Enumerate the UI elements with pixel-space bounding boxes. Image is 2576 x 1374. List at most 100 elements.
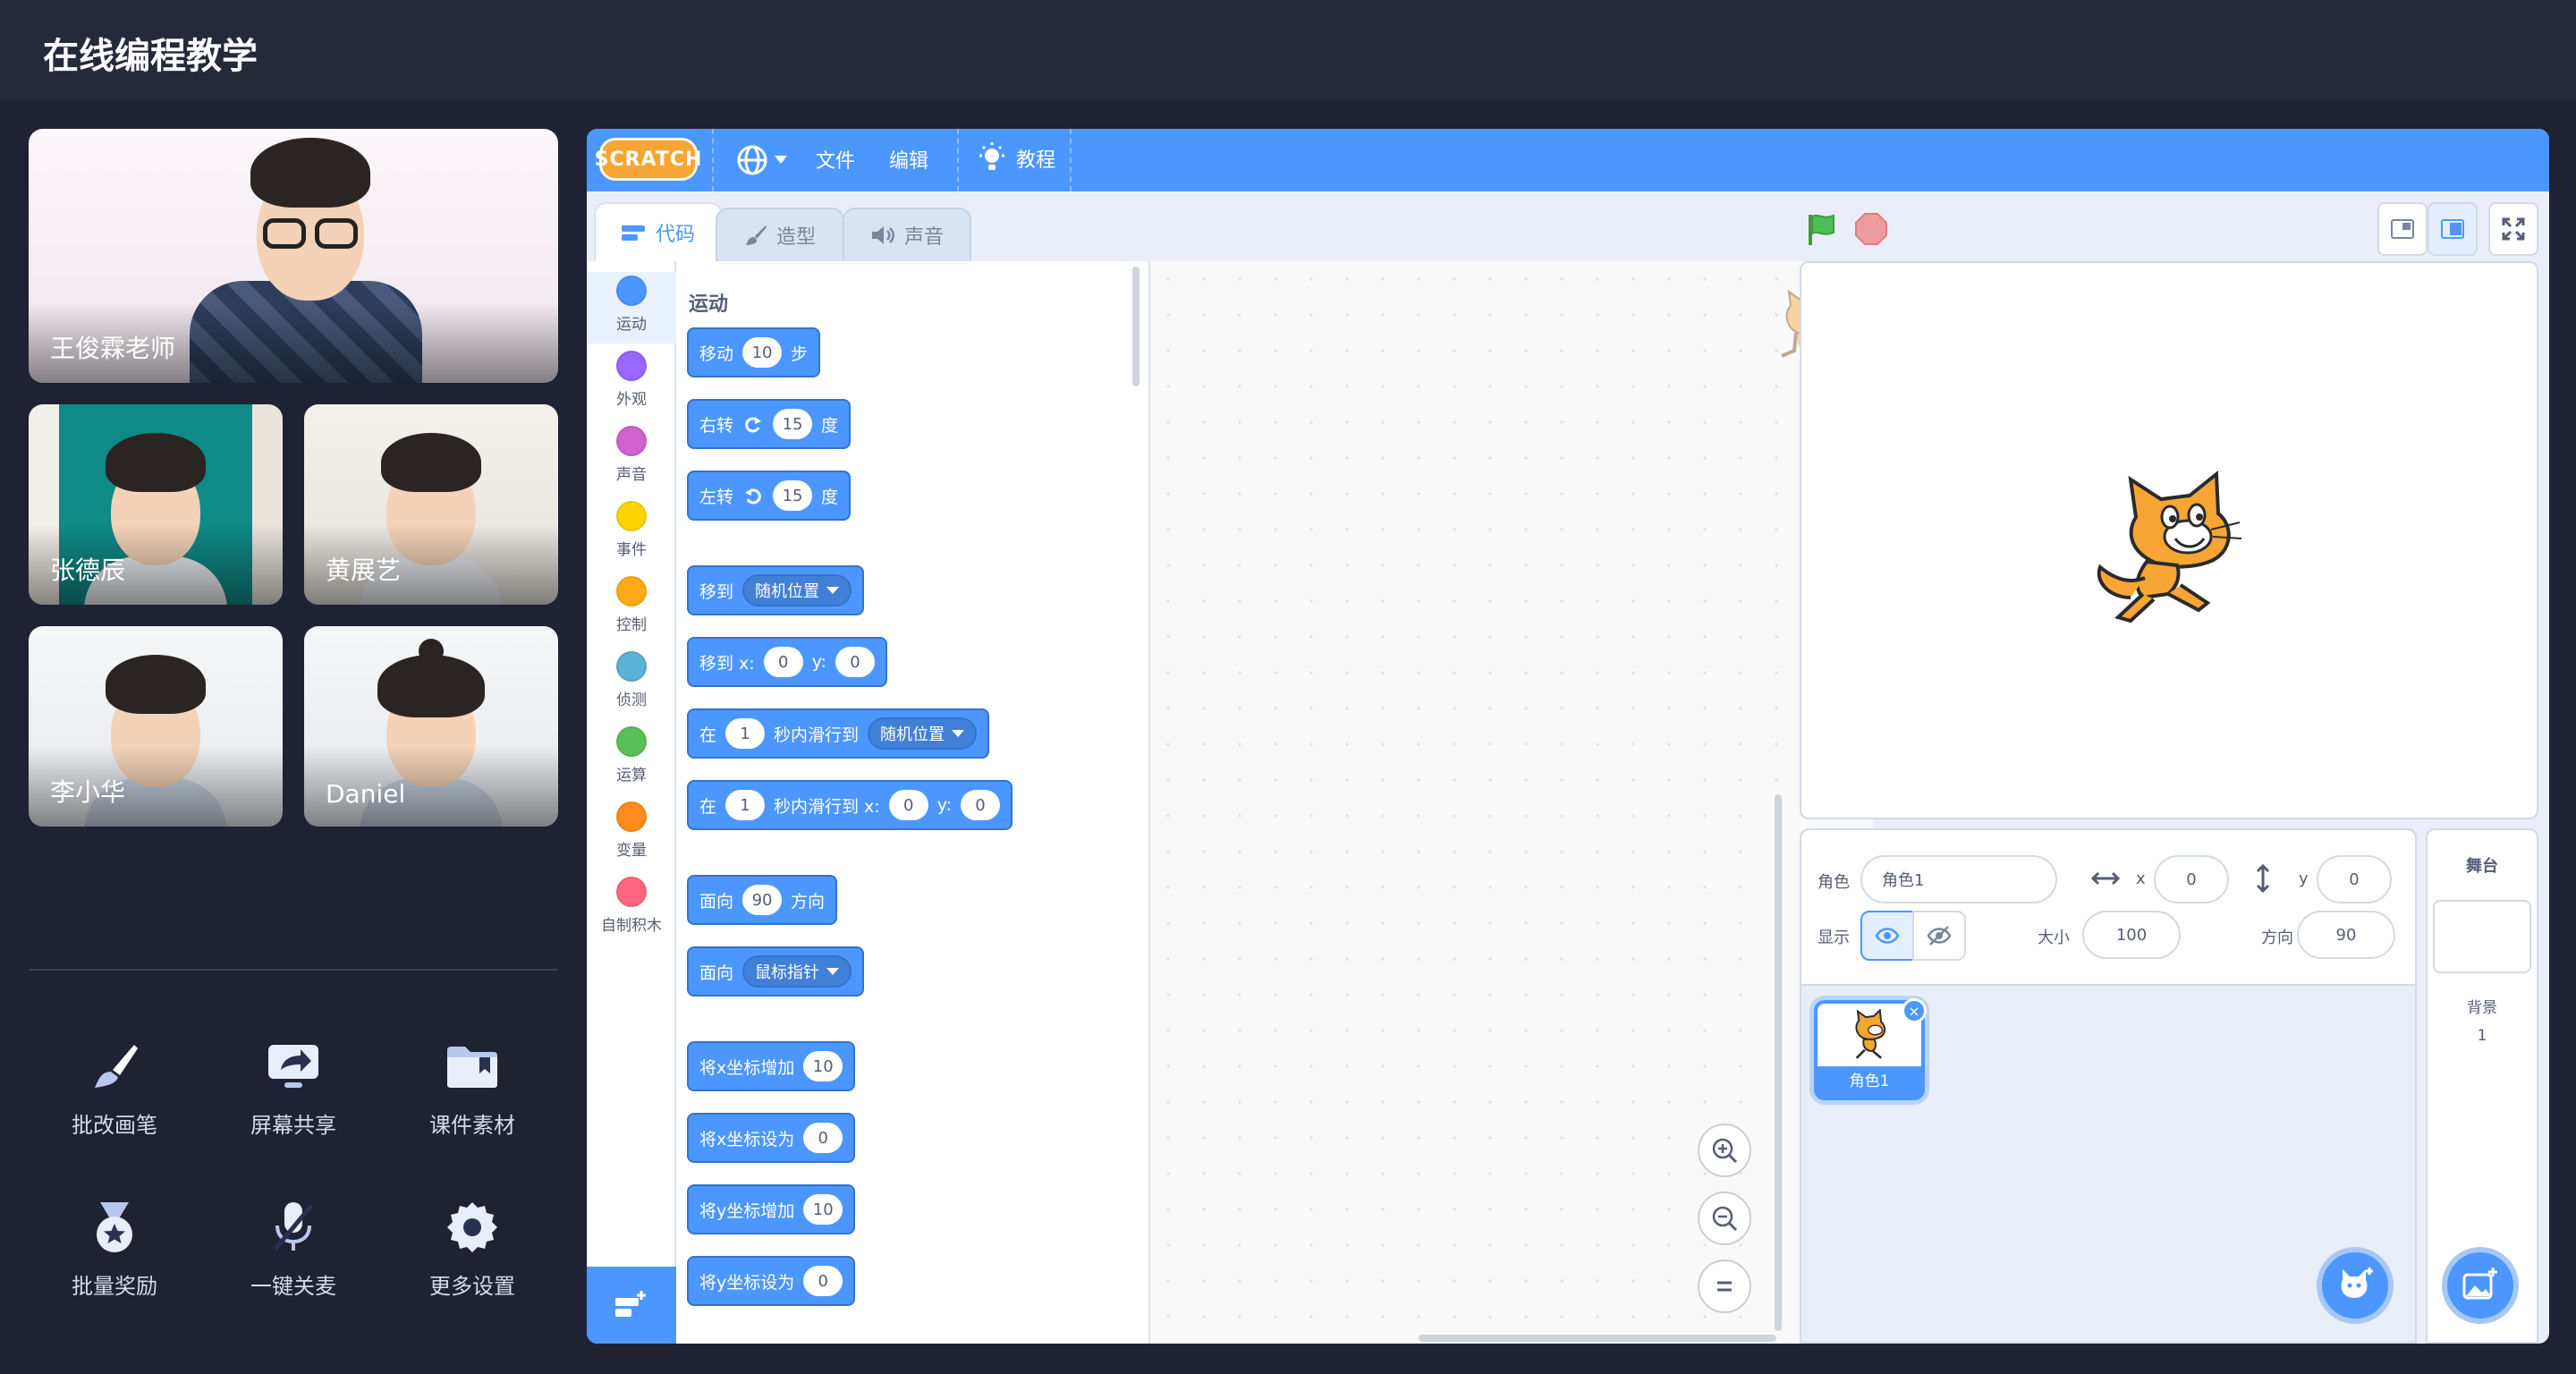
block-input[interactable]: 0 <box>763 647 803 677</box>
add-backdrop-button[interactable] <box>2442 1247 2519 1324</box>
category-dot <box>616 877 647 907</box>
block-set-y[interactable]: 将y坐标设为 0 <box>687 1256 856 1306</box>
block-change-y[interactable]: 将y坐标增加 10 <box>687 1184 856 1234</box>
block-input[interactable]: 0 <box>803 1123 843 1153</box>
teacher-video[interactable]: 王俊霖老师 <box>29 129 558 383</box>
block-input[interactable]: 0 <box>803 1266 843 1296</box>
normal-stage-button[interactable] <box>2428 202 2478 256</box>
menu-file[interactable]: 文件 <box>816 145 855 174</box>
globe-icon <box>737 145 767 175</box>
palette-scrollbar[interactable] <box>1132 267 1140 386</box>
tool-settings-button[interactable]: 更多设置 <box>383 1199 562 1300</box>
block-input[interactable]: 0 <box>960 790 1000 820</box>
block-text: 移动 <box>699 344 734 364</box>
zoom-in-button[interactable] <box>1698 1124 1751 1177</box>
block-input[interactable]: 0 <box>888 790 928 820</box>
tool-screen-share-button[interactable]: 屏幕共享 <box>204 1038 383 1139</box>
stage-thumbnail[interactable] <box>2433 900 2531 973</box>
block-input[interactable]: 10 <box>803 1194 843 1225</box>
sprite-thumbnail[interactable]: × 角色1 <box>1814 998 1927 1100</box>
block-dropdown[interactable]: 随机位置 <box>868 717 978 750</box>
small-stage-button[interactable] <box>2377 202 2428 256</box>
block-input[interactable]: 10 <box>803 1051 843 1081</box>
block-input[interactable]: 10 <box>742 337 783 368</box>
tool-reward-button[interactable]: 批量奖励 <box>25 1199 204 1300</box>
block-set-x[interactable]: 将x坐标设为 0 <box>687 1113 856 1163</box>
sprite-name-input[interactable]: 角色1 <box>1860 855 2057 903</box>
code-workspace[interactable] <box>1150 261 1873 1344</box>
tool-courseware-button[interactable]: 课件素材 <box>383 1038 562 1139</box>
category-events[interactable]: 事件 <box>587 501 676 559</box>
student-video[interactable]: 李小华 <box>29 626 283 827</box>
zoom-out-button[interactable] <box>1698 1192 1751 1245</box>
block-text: 面向 <box>699 963 734 983</box>
tab-costumes[interactable]: 造型 <box>716 208 844 261</box>
show-sprite-button[interactable] <box>1860 911 1914 961</box>
workspace-vertical-scrollbar[interactable] <box>1775 794 1782 1331</box>
stage-target-panel[interactable]: 舞台 背景 1 <box>2426 828 2538 1344</box>
block-turn-left[interactable]: 左转 15 度 <box>687 471 852 521</box>
block-turn-right[interactable]: 右转 15 度 <box>687 399 852 449</box>
block-input[interactable]: 90 <box>742 885 783 915</box>
sprite-size-input[interactable]: 100 <box>2082 911 2181 959</box>
workspace-horizontal-scrollbar[interactable] <box>1419 1335 1776 1342</box>
block-dropdown[interactable]: 随机位置 <box>742 574 852 606</box>
delete-sprite-button[interactable]: × <box>1902 998 1927 1023</box>
block-input[interactable]: 15 <box>773 409 813 439</box>
menu-tutorials[interactable]: 教程 <box>977 141 1055 175</box>
category-dot <box>616 802 647 832</box>
stop-button[interactable] <box>1853 211 1889 250</box>
category-sensing[interactable]: 侦测 <box>587 651 676 709</box>
block-goto-xy[interactable]: 移到 x: 0 y: 0 <box>687 637 887 687</box>
category-sound[interactable]: 声音 <box>587 426 676 484</box>
zoom-reset-button[interactable] <box>1698 1260 1751 1313</box>
hide-sprite-button[interactable] <box>1912 911 1966 961</box>
tab-costumes-label: 造型 <box>775 226 816 249</box>
rotate-left-icon <box>745 488 761 505</box>
fullscreen-button[interactable] <box>2488 202 2538 256</box>
student-video[interactable]: 张德辰 <box>29 404 283 605</box>
block-glide-xy[interactable]: 在 1 秒内滑行到 x: 0 y: 0 <box>687 780 1013 830</box>
block-input[interactable]: 1 <box>725 718 766 749</box>
add-extension-button[interactable] <box>587 1267 676 1344</box>
block-glide-to[interactable]: 在 1 秒内滑行到 随机位置 <box>687 708 990 759</box>
zoom-out-icon <box>1712 1206 1738 1232</box>
block-text: 度 <box>821 487 839 507</box>
scratch-menu-bar: SCRATCH 文件 编辑 教程 <box>587 129 2549 191</box>
block-goto[interactable]: 移到 随机位置 <box>687 565 865 615</box>
student-video[interactable]: Daniel <box>304 626 558 827</box>
category-control[interactable]: 控制 <box>587 576 676 634</box>
block-input[interactable]: 1 <box>725 790 766 820</box>
block-point-direction[interactable]: 面向 90 方向 <box>687 875 838 925</box>
scratch-cat-sprite[interactable] <box>2091 463 2252 624</box>
tab-sounds[interactable]: 声音 <box>843 208 971 261</box>
category-my-blocks[interactable]: 自制积木 <box>587 877 676 935</box>
block-input[interactable]: 15 <box>773 480 813 511</box>
block-dropdown[interactable]: 鼠标指针 <box>742 955 852 988</box>
block-point-towards[interactable]: 面向 鼠标指针 <box>687 946 865 997</box>
student-video[interactable]: 黄展艺 <box>304 404 558 605</box>
sprite-y-label: y <box>2299 869 2309 888</box>
block-change-x[interactable]: 将x坐标增加 10 <box>687 1041 856 1091</box>
block-input[interactable]: 0 <box>835 647 875 677</box>
tab-code[interactable]: 代码 <box>594 202 723 261</box>
sprite-direction-input[interactable]: 90 <box>2297 911 2395 959</box>
block-text: y: <box>811 652 826 672</box>
category-label: 运算 <box>616 767 647 785</box>
tool-brush-button[interactable]: 批改画笔 <box>25 1038 204 1139</box>
category-motion[interactable]: 运动 <box>587 272 676 344</box>
block-move-steps[interactable]: 移动 10 步 <box>687 327 821 377</box>
category-looks[interactable]: 外观 <box>587 351 676 409</box>
scratch-logo[interactable]: SCRATCH <box>595 138 701 181</box>
sprite-y-input[interactable]: 0 <box>2317 855 2392 903</box>
sprite-x-input[interactable]: 0 <box>2154 855 2229 903</box>
green-flag-button[interactable] <box>1803 211 1839 250</box>
tool-label: 批改画笔 <box>72 1113 157 1138</box>
menu-edit[interactable]: 编辑 <box>889 145 928 174</box>
category-operators[interactable]: 运算 <box>587 726 676 785</box>
tool-mute-all-button[interactable]: 一键关麦 <box>204 1199 383 1300</box>
category-variables[interactable]: 变量 <box>587 802 676 860</box>
add-sprite-button[interactable] <box>2317 1247 2394 1324</box>
language-button[interactable] <box>735 143 787 177</box>
stage-canvas[interactable] <box>1800 261 2538 819</box>
